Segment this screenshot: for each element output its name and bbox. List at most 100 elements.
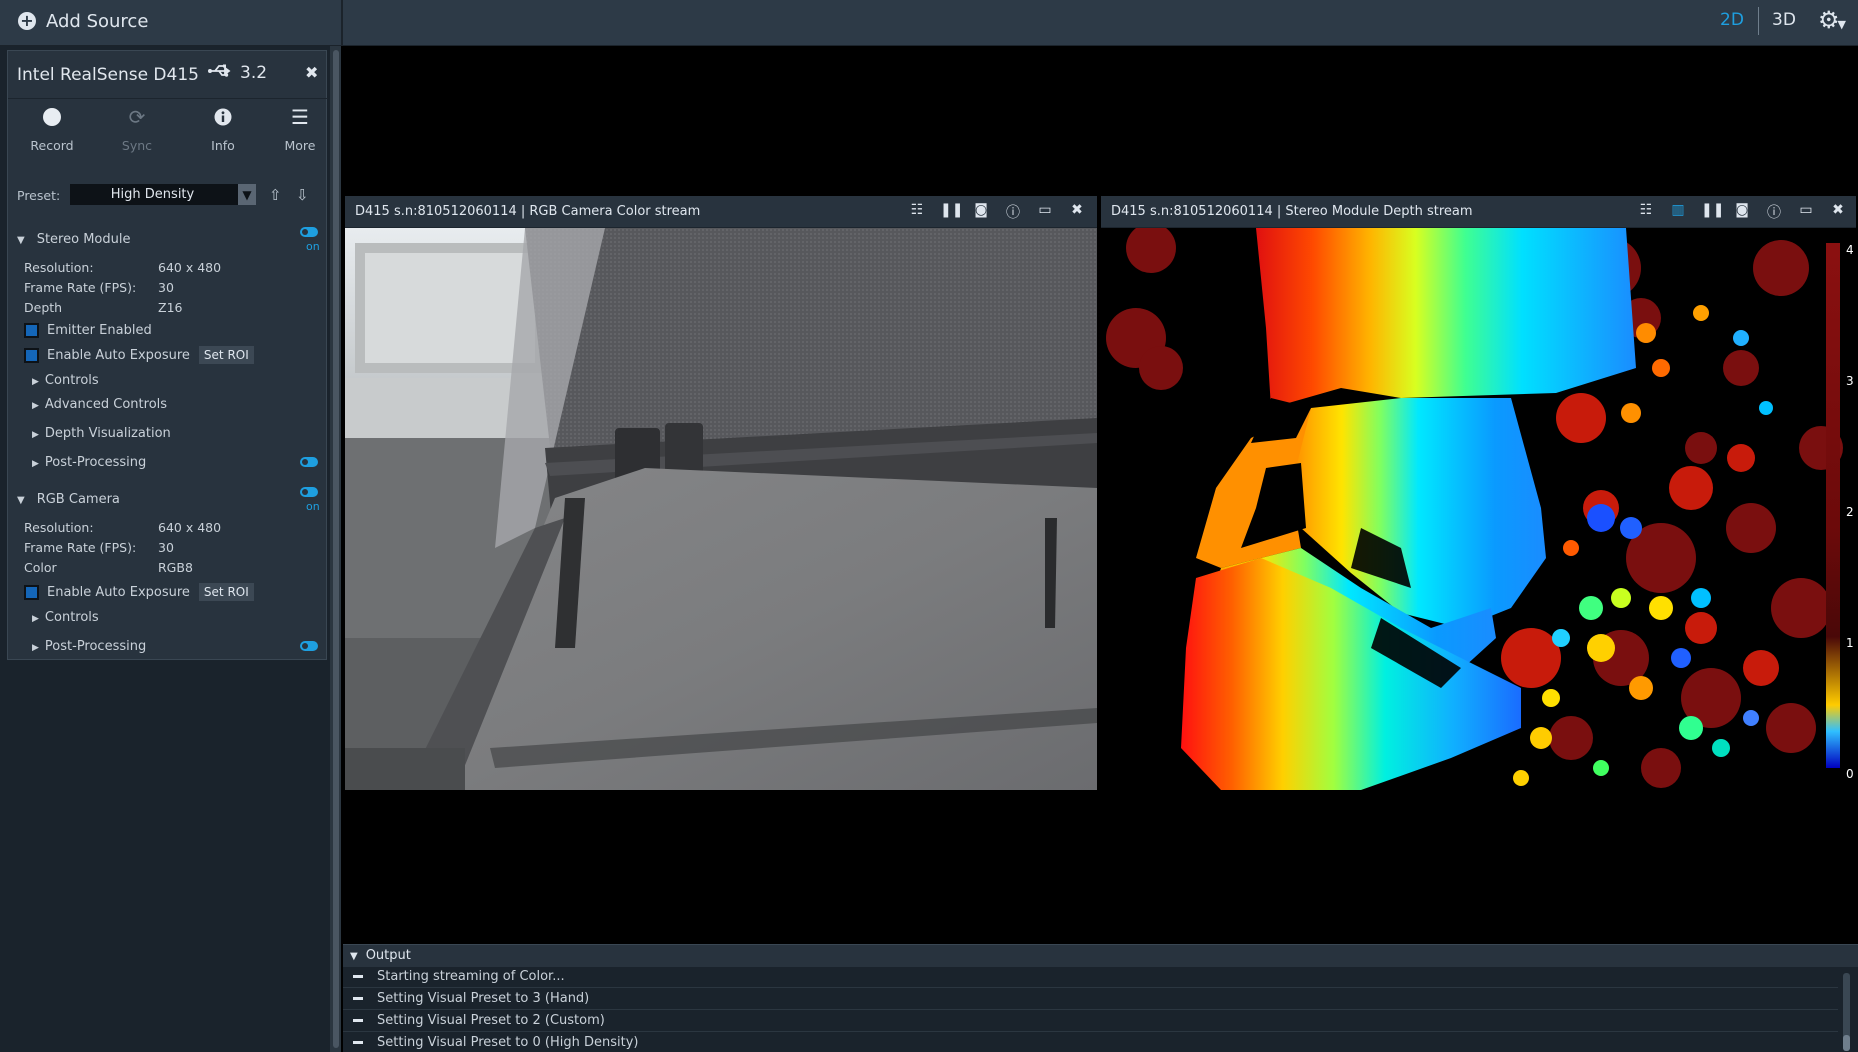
- rgb-fps-value[interactable]: 30: [158, 540, 174, 555]
- depth-stream-viewer: D415 s.n:810512060114 | Stereo Module De…: [1101, 196, 1856, 792]
- stereo-auto-exposure-checkbox[interactable]: [24, 347, 39, 363]
- view-2d-button[interactable]: 2D: [1720, 10, 1744, 30]
- stereo-module-title: Stereo Module: [36, 232, 131, 247]
- rgb-camera-toggle-label: on: [306, 500, 320, 513]
- device-card: Intel RealSense D415 3.2 ✖ Record ⟳ Sync: [7, 50, 328, 660]
- more-button[interactable]: ☰ More: [275, 105, 325, 153]
- color-camera-frame: [345, 228, 1097, 790]
- log-separator: [343, 1009, 1838, 1010]
- hamburger-menu-icon: ☰: [291, 105, 309, 129]
- rgb-post-processing-toggle[interactable]: [300, 641, 318, 651]
- collapse-dash-icon[interactable]: [353, 997, 363, 1000]
- close-device-button[interactable]: ✖: [305, 63, 318, 82]
- download-preset-icon[interactable]: ⇩: [296, 186, 309, 204]
- close-icon: ✖: [305, 63, 319, 82]
- advanced-controls-label: Advanced Controls: [44, 397, 168, 412]
- emitter-enabled-checkbox[interactable]: [24, 323, 39, 338]
- rgb-auto-exposure-checkbox[interactable]: [24, 584, 39, 600]
- log-line: Setting Visual Preset to 0 (High Density…: [353, 1035, 1833, 1050]
- sync-label: Sync: [121, 138, 153, 153]
- emitter-enabled-row: Emitter Enabled: [24, 323, 152, 338]
- collapse-triangle-icon: ▼: [17, 235, 25, 246]
- depth-scale-label-3: 3: [1846, 374, 1854, 388]
- add-source-button[interactable]: + Add Source: [18, 0, 148, 42]
- more-label: More: [284, 138, 316, 153]
- pause-icon[interactable]: ❚❚: [1701, 202, 1724, 222]
- close-icon[interactable]: ✖: [1829, 202, 1847, 222]
- stereo-post-processing-item[interactable]: ▶ Post-Processing: [32, 455, 146, 470]
- stereo-module-header[interactable]: ▼ Stereo Module: [17, 232, 130, 247]
- top-bar: + Add Source 2D 3D ⚙▼: [0, 0, 1858, 46]
- stereo-resolution-value[interactable]: 640 x 480: [158, 260, 221, 275]
- depth-stream-image[interactable]: 4 3 2 1 0: [1101, 228, 1856, 790]
- realsense-viewer: + Add Source 2D 3D ⚙▼ Intel RealSense D4…: [0, 0, 1858, 1052]
- upload-preset-icon[interactable]: ⇧: [269, 186, 282, 204]
- preset-dropdown[interactable]: High Density: [70, 184, 255, 205]
- stereo-resolution-label: Resolution:: [24, 260, 94, 275]
- expand-triangle-icon: ▶: [32, 459, 39, 469]
- stereo-format-value[interactable]: Z16: [158, 300, 182, 315]
- log-text: Setting Visual Preset to 0 (High Density…: [377, 1035, 639, 1050]
- color-stream-viewer: D415 s.n:810512060114 | RGB Camera Color…: [345, 196, 1097, 792]
- advanced-controls-item[interactable]: ▶ Advanced Controls: [32, 397, 167, 412]
- rgb-post-processing-label: Post-Processing: [44, 639, 147, 654]
- maximize-icon[interactable]: ▭: [1797, 202, 1815, 222]
- depth-visualization-item[interactable]: ▶ Depth Visualization: [32, 426, 171, 441]
- emitter-enabled-label: Emitter Enabled: [47, 323, 152, 338]
- rgb-format-value[interactable]: RGB8: [158, 560, 193, 575]
- settings-button[interactable]: ⚙▼: [1818, 6, 1846, 34]
- output-scrollbar[interactable]: [1843, 1035, 1850, 1051]
- rgb-resolution-label: Resolution:: [24, 520, 94, 535]
- collapse-dash-icon[interactable]: [353, 975, 363, 978]
- close-icon[interactable]: ✖: [1068, 202, 1086, 222]
- output-title: Output: [365, 948, 411, 963]
- rgb-post-processing-item[interactable]: ▶ Post-Processing: [32, 639, 146, 654]
- rgb-camera-title: RGB Camera: [36, 492, 120, 507]
- color-stream-toolbar: ☷ ❚❚ ◙ ⓘ ▭ ✖: [908, 202, 1086, 222]
- log-line: Setting Visual Preset to 3 (Hand): [353, 991, 1833, 1006]
- stereo-module-toggle[interactable]: [300, 227, 318, 237]
- stereo-set-roi-button[interactable]: Set ROI: [198, 346, 254, 364]
- log-text: Setting Visual Preset to 3 (Hand): [377, 991, 590, 1006]
- preset-row: Preset: High Density ▼ ⇧ ⇩: [8, 183, 328, 209]
- rgb-resolution-value[interactable]: 640 x 480: [158, 520, 221, 535]
- output-toggle[interactable]: ▼ Output: [350, 948, 411, 963]
- stereo-controls-item[interactable]: ▶ Controls: [32, 373, 99, 388]
- camera-snapshot-icon[interactable]: ◙: [1733, 202, 1751, 222]
- stereo-fps-label: Frame Rate (FPS):: [24, 280, 137, 295]
- info-icon[interactable]: ⓘ: [1765, 202, 1783, 222]
- sync-button[interactable]: ⟳ Sync: [102, 105, 172, 153]
- collapse-dash-icon[interactable]: [353, 1041, 363, 1044]
- color-stream-image[interactable]: [345, 228, 1097, 790]
- chevron-down-icon[interactable]: ▼: [238, 184, 256, 205]
- side-panel-scrollbar[interactable]: [333, 50, 339, 1048]
- record-button[interactable]: Record: [17, 105, 87, 153]
- histogram-icon[interactable]: ▥: [1669, 202, 1687, 222]
- collapse-dash-icon[interactable]: [353, 1019, 363, 1022]
- camera-snapshot-icon[interactable]: ◙: [972, 202, 990, 222]
- stereo-controls-label: Controls: [44, 373, 99, 388]
- stereo-fps-value[interactable]: 30: [158, 280, 174, 295]
- rgb-set-roi-button[interactable]: Set ROI: [198, 583, 254, 601]
- stereo-format-label: Depth: [24, 300, 63, 315]
- info-icon: [188, 105, 258, 129]
- view-mode-separator: [1758, 7, 1759, 35]
- stream-options-icon[interactable]: ☷: [908, 202, 926, 222]
- view-3d-button[interactable]: 3D: [1772, 10, 1796, 30]
- depth-stream-header: D415 s.n:810512060114 | Stereo Module De…: [1101, 196, 1856, 228]
- rgb-format-label: Color: [24, 560, 57, 575]
- rgb-camera-header[interactable]: ▼ RGB Camera: [17, 492, 120, 507]
- rgb-controls-item[interactable]: ▶ Controls: [32, 610, 99, 625]
- depth-colormap-frame: 4 3 2 1 0: [1101, 228, 1856, 790]
- pause-icon[interactable]: ❚❚: [940, 202, 963, 222]
- rgb-camera-toggle[interactable]: [300, 487, 318, 497]
- log-separator: [343, 1031, 1838, 1032]
- device-header: Intel RealSense D415 3.2 ✖: [8, 51, 328, 99]
- stereo-post-processing-toggle[interactable]: [300, 457, 318, 467]
- maximize-icon[interactable]: ▭: [1036, 202, 1054, 222]
- stereo-auto-exposure-label: Enable Auto Exposure: [47, 347, 190, 363]
- info-icon[interactable]: ⓘ: [1004, 202, 1022, 222]
- stream-options-icon[interactable]: ☷: [1637, 202, 1655, 222]
- info-button[interactable]: Info: [188, 105, 258, 153]
- chevron-down-icon: ▼: [1837, 18, 1846, 31]
